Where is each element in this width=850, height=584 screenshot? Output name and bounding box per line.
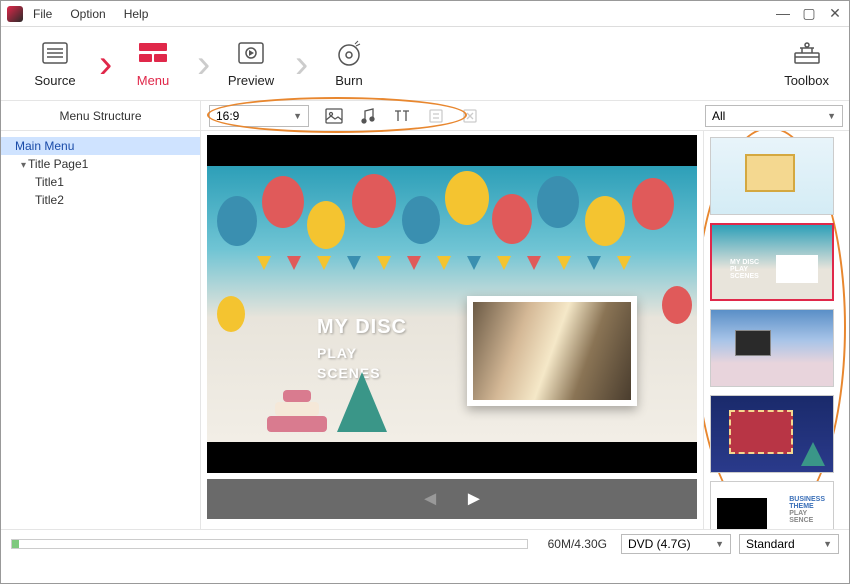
balloons-decoration <box>207 166 697 306</box>
add-image-button[interactable] <box>325 107 343 125</box>
delete-button <box>461 107 479 125</box>
thumbnail-image <box>473 302 631 400</box>
template-thumbnail[interactable] <box>710 137 834 215</box>
step-arrow-icon: › <box>99 44 109 84</box>
quality-select[interactable]: Standard ▼ <box>739 534 839 554</box>
aspect-value: 16:9 <box>216 109 239 123</box>
menu-structure-tree: Main Menu ▾Title Page1 Title1 Title2 <box>1 131 201 529</box>
toolbox-icon <box>784 39 829 67</box>
chevron-down-icon: ▼ <box>293 111 302 121</box>
toolbox-label: Toolbox <box>784 73 829 88</box>
quality-value: Standard <box>746 537 795 551</box>
template-thumbnail[interactable] <box>710 309 834 387</box>
titlebar: File Option Help — ▢ ✕ <box>1 1 849 27</box>
step-menu[interactable]: Menu <box>109 39 197 88</box>
preview-icon <box>207 39 295 67</box>
source-icon <box>11 39 99 67</box>
disc-type-value: DVD (4.7G) <box>628 537 691 551</box>
toolbox-button[interactable]: Toolbox <box>784 39 829 88</box>
template-thumbnail[interactable]: MY DISCPLAYSCENES <box>710 223 834 301</box>
disc-usage-bar <box>11 539 528 549</box>
disc-title: MY DISC <box>317 316 407 339</box>
toolbar: Menu Structure 16:9 ▼ All ▼ <box>1 101 849 131</box>
tree-title2[interactable]: Title2 <box>1 191 200 209</box>
page-nav: ◄ ► <box>207 479 697 519</box>
preview-panel: MY DISC PLAY SCENES ◄ ► <box>201 131 703 529</box>
step-label: Source <box>11 73 99 88</box>
menu-file[interactable]: File <box>33 7 52 21</box>
chevron-down-icon: ▼ <box>715 539 724 549</box>
step-preview[interactable]: Preview <box>207 39 295 88</box>
step-burn[interactable]: Burn <box>305 39 393 88</box>
step-label: Preview <box>207 73 295 88</box>
menu-icon <box>109 39 197 67</box>
main-area: Main Menu ▾Title Page1 Title1 Title2 <box>1 131 849 529</box>
disc-type-select[interactable]: DVD (4.7G) ▼ <box>621 534 731 554</box>
disc-usage-fill <box>12 540 19 548</box>
tree-title1[interactable]: Title1 <box>1 173 200 191</box>
menu-help[interactable]: Help <box>124 7 149 21</box>
step-arrow-icon: › <box>197 44 207 84</box>
party-hat-decoration <box>337 372 387 432</box>
status-bar: 60M/4.30G DVD (4.7G) ▼ Standard ▼ <box>1 529 849 557</box>
thumbnail-frame[interactable] <box>467 296 637 406</box>
collapse-icon[interactable]: ▾ <box>21 160 26 171</box>
tree-main-menu[interactable]: Main Menu <box>1 137 200 155</box>
menu-canvas[interactable]: MY DISC PLAY SCENES <box>207 166 697 442</box>
add-text-button[interactable] <box>393 107 411 125</box>
menu-structure-label: Menu Structure <box>1 101 201 130</box>
template-thumbnail[interactable]: BUSINESSTHEMEPLAYSENCE <box>710 481 834 529</box>
maximize-button[interactable]: ▢ <box>801 5 817 22</box>
cake-decoration <box>267 382 327 432</box>
step-label: Menu <box>109 73 197 88</box>
template-filter-select[interactable]: All ▼ <box>705 105 843 127</box>
prev-page-button[interactable]: ◄ <box>420 488 440 511</box>
step-source[interactable]: Source <box>11 39 99 88</box>
disc-usage-text: 60M/4.30G <box>542 537 613 551</box>
burn-icon <box>305 39 393 67</box>
minimize-button[interactable]: — <box>775 5 791 22</box>
play-label: PLAY <box>317 345 407 361</box>
bunting-decoration <box>207 256 697 276</box>
add-chapter-button <box>427 107 445 125</box>
chevron-down-icon: ▼ <box>823 539 832 549</box>
aspect-ratio-select[interactable]: 16:9 ▼ <box>209 105 309 127</box>
step-label: Burn <box>305 73 393 88</box>
template-thumbnail[interactable] <box>710 395 834 473</box>
next-page-button[interactable]: ► <box>464 488 484 511</box>
canvas-wrap: MY DISC PLAY SCENES <box>207 135 697 473</box>
close-button[interactable]: ✕ <box>827 5 843 22</box>
app-icon <box>7 6 23 22</box>
template-list: MY DISCPLAYSCENES BUSINESSTHEMEPLAYSENCE <box>703 131 849 529</box>
step-nav: Source › Menu › Preview › Burn Toolbox <box>1 27 849 101</box>
chevron-down-icon: ▼ <box>827 111 836 121</box>
tree-title-page1[interactable]: ▾Title Page1 <box>1 155 200 173</box>
step-arrow-icon: › <box>295 44 305 84</box>
menu-option[interactable]: Option <box>70 7 105 21</box>
add-music-button[interactable] <box>359 107 377 125</box>
filter-value: All <box>712 109 725 123</box>
